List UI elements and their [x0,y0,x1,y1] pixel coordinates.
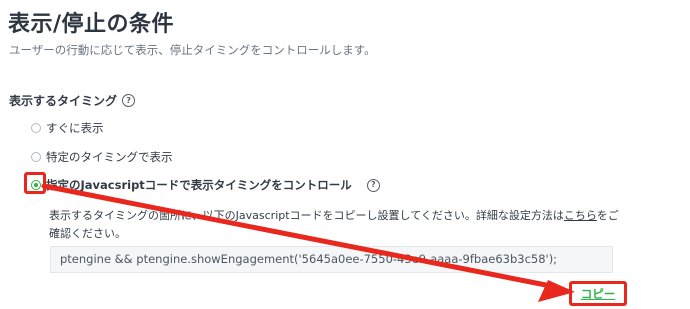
radio-label[interactable]: すぐに表示 [46,120,104,136]
annotation-highlight-radio [24,172,46,194]
timing-label-text: 表示するタイミング [9,94,118,108]
radio-button[interactable] [31,123,41,133]
radio-option-specific-timing[interactable]: 特定のタイミングで表示 [31,149,173,165]
code-snippet-field[interactable]: ptengine && ptengine.showEngagement('564… [50,246,613,273]
instruction-text: 表示するタイミングの箇所に、以下のJavascriptコードをコピーし設置してく… [49,207,619,243]
details-link[interactable]: こちら [564,209,597,222]
instruction-text-before: 表示するタイミングの箇所に、以下のJavascriptコードをコピーし設置してく… [49,209,564,222]
radio-option-immediate[interactable]: すぐに表示 [31,120,104,136]
radio-button[interactable] [31,152,41,162]
annotation-highlight-copy: コピー [569,281,627,306]
copy-button[interactable]: コピー [581,286,616,302]
page-description: ユーザーの行動に応じて表示、停止タイミングをコントロールします。 [9,43,376,57]
radio-option-javascript[interactable]: 指定のJavacsriptコードで表示タイミングをコントロール ? [31,177,380,193]
radio-label[interactable]: 特定のタイミングで表示 [46,149,173,165]
help-icon[interactable]: ? [366,178,380,192]
help-icon[interactable]: ? [122,94,136,107]
timing-section-label: 表示するタイミング ? [9,92,136,109]
page-title: 表示/停止の条件 [8,12,175,37]
radio-label[interactable]: 指定のJavacsriptコードで表示タイミングをコントロール [46,177,352,193]
